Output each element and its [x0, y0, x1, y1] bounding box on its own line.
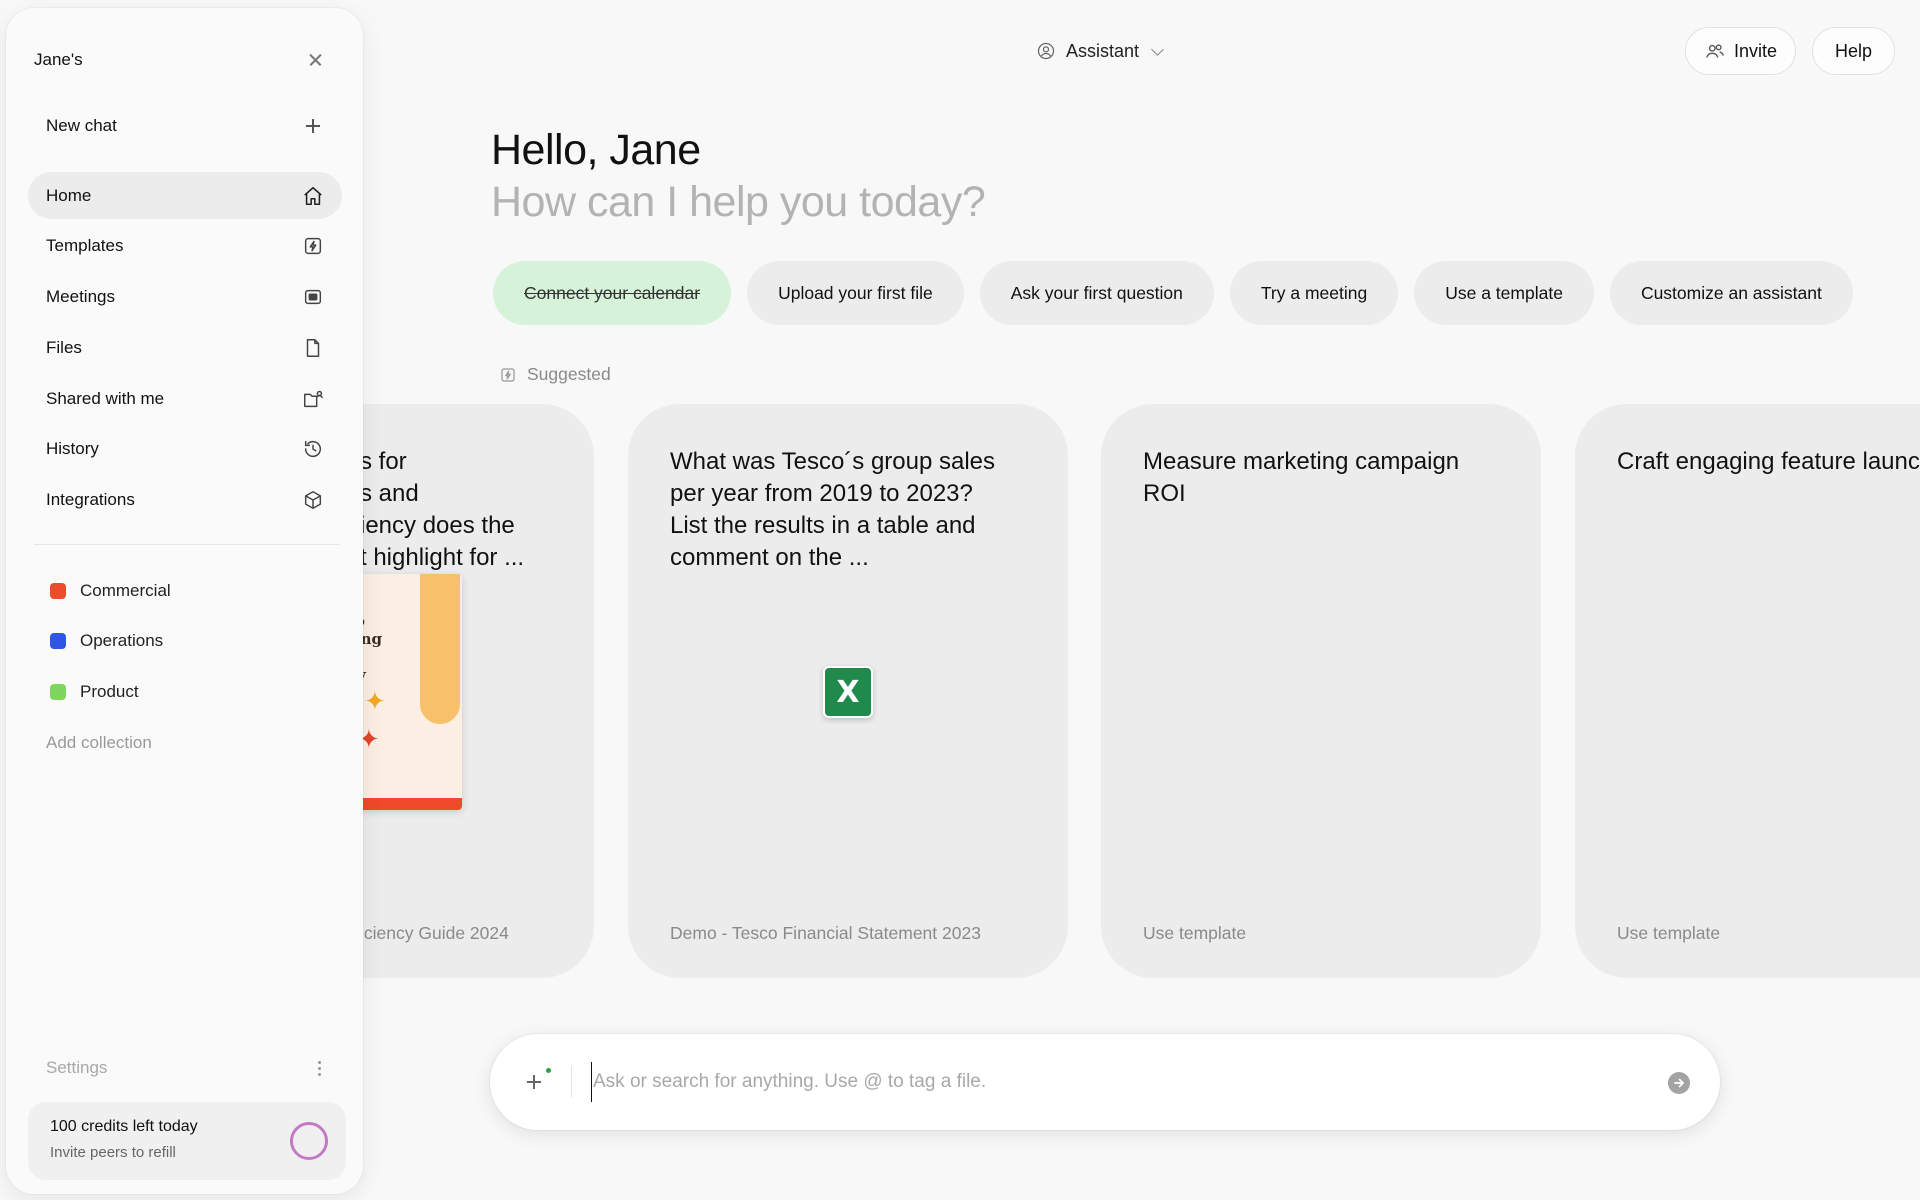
greeting-title: Hello, Jane	[491, 126, 701, 174]
sidebar-item-label: Home	[46, 185, 92, 205]
chip-try-meeting[interactable]: Try a meeting	[1229, 261, 1399, 325]
help-button[interactable]: Help	[1812, 27, 1895, 75]
sidebar: Jane's New chat Home Templates Meetings …	[6, 8, 363, 1194]
add-collection-button[interactable]: Add collection	[28, 719, 342, 766]
sidebar-item-label: Shared with me	[46, 388, 165, 408]
sidebar-item-integrations[interactable]: Integrations	[28, 477, 342, 524]
sidebar-item-home[interactable]: Home	[28, 172, 342, 219]
suggestion-card[interactable]: Measure marketing campaign ROI Use templ…	[1101, 404, 1541, 978]
sidebar-item-label: Files	[46, 337, 82, 357]
cube-icon	[304, 491, 322, 510]
sidebar-item-label: Meetings	[46, 287, 115, 307]
collection-commercial[interactable]: Commercial	[28, 567, 342, 614]
invite-users-icon	[1706, 44, 1724, 58]
collection-label: Operations	[80, 631, 164, 651]
chevron-down-icon	[1151, 42, 1164, 56]
chip-upload-first-file[interactable]: Upload your first file	[747, 261, 964, 325]
collection-product[interactable]: Product	[28, 668, 342, 715]
file-icon	[306, 338, 320, 357]
sidebar-header: Jane's	[34, 48, 327, 72]
card-question: s for s and iency does the t highlight f…	[360, 448, 525, 571]
credits-ring-icon	[290, 1122, 328, 1160]
home-icon	[304, 186, 322, 205]
invite-button[interactable]: Invite	[1685, 27, 1796, 75]
history-icon	[304, 441, 322, 458]
sparkle-icon: ✦	[364, 686, 386, 716]
plus-icon	[304, 117, 322, 135]
excel-file-icon: X	[823, 666, 873, 718]
send-button[interactable]	[1668, 1072, 1690, 1094]
sidebar-item-templates[interactable]: Templates	[28, 223, 342, 270]
chip-customize-assistant[interactable]: Customize an assistant	[1609, 261, 1853, 325]
close-sidebar-icon[interactable]	[305, 49, 327, 71]
sidebar-item-label: Integrations	[46, 490, 135, 510]
card-footer: Use template	[1143, 923, 1247, 943]
collection-color-dot	[50, 633, 66, 650]
collection-label: Product	[80, 681, 139, 701]
assistant-label: Assistant	[1066, 40, 1140, 61]
greeting-subtitle: How can I help you today?	[491, 178, 986, 226]
chip-connect-calendar[interactable]: Connect your calendar	[493, 261, 732, 325]
sidebar-item-meetings[interactable]: Meetings	[28, 274, 342, 321]
card-footer: Demo - Tesco Financial Statement 2023	[670, 923, 981, 943]
settings-label: Settings	[46, 1058, 108, 1077]
attach-plus-icon[interactable]	[526, 1074, 542, 1090]
collection-operations[interactable]: Operations	[28, 618, 342, 665]
suggested-label: Suggested	[527, 364, 611, 384]
sidebar-item-shared-with-me[interactable]: Shared with me	[28, 375, 342, 422]
collection-color-dot	[50, 683, 66, 700]
more-options-icon[interactable]	[314, 1059, 324, 1077]
suggestion-card[interactable]: What was Tesco´s group sales per year fr…	[628, 404, 1068, 978]
chip-ask-first-question[interactable]: Ask your first question	[979, 261, 1214, 325]
lightning-icon	[501, 367, 515, 382]
collection-label: Commercial	[80, 580, 171, 600]
chat-composer	[490, 1034, 1720, 1130]
meeting-icon	[304, 289, 322, 305]
composer-divider	[571, 1066, 572, 1098]
credits-card[interactable]: 100 credits left today Invite peers to r…	[28, 1102, 346, 1180]
shared-folder-icon	[304, 390, 323, 407]
chip-use-template[interactable]: Use a template	[1414, 261, 1594, 325]
new-chat-label: New chat	[46, 116, 117, 135]
lightning-icon	[304, 238, 322, 255]
sidebar-nav: Home Templates Meetings Files Shared wit…	[28, 172, 342, 528]
suggested-header: Suggested	[499, 364, 611, 385]
card-question: What was Tesco´s group sales per year fr…	[670, 448, 996, 571]
workspace-name: Jane's	[34, 50, 83, 69]
status-dot	[546, 1068, 551, 1073]
credits-subtitle: Invite peers to refill	[50, 1144, 176, 1161]
settings-row[interactable]: Settings	[28, 1044, 342, 1092]
collection-color-dot	[50, 582, 66, 599]
sidebar-divider	[34, 544, 340, 545]
suggestion-card[interactable]: Craft engaging feature launch posts Use …	[1575, 404, 1920, 978]
onboarding-chips: Connect your calendar Upload your first …	[493, 261, 1853, 325]
chat-input[interactable]	[591, 1062, 1631, 1102]
credits-title: 100 credits left today	[50, 1118, 198, 1135]
sidebar-item-label: History	[46, 439, 99, 459]
user-circle-icon	[1037, 42, 1055, 60]
new-chat-button[interactable]: New chat	[28, 106, 340, 146]
card-footer: iciency Guide 2024	[360, 923, 509, 943]
help-label: Help	[1834, 40, 1873, 61]
assistant-selector[interactable]: Assistant	[1036, 36, 1164, 66]
card-question: Craft engaging feature launch posts	[1617, 448, 1920, 475]
invite-label: Invite	[1733, 40, 1778, 61]
arrow-right-icon	[1674, 1078, 1684, 1088]
card-question: Measure marketing campaign ROI	[1143, 448, 1460, 507]
sidebar-item-files[interactable]: Files	[28, 324, 342, 371]
sidebar-item-label: Templates	[46, 236, 124, 256]
card-footer: Use template	[1617, 923, 1721, 943]
sidebar-item-history[interactable]: History	[28, 426, 342, 473]
collections-list: Commercial Operations Product Add collec…	[28, 567, 342, 766]
